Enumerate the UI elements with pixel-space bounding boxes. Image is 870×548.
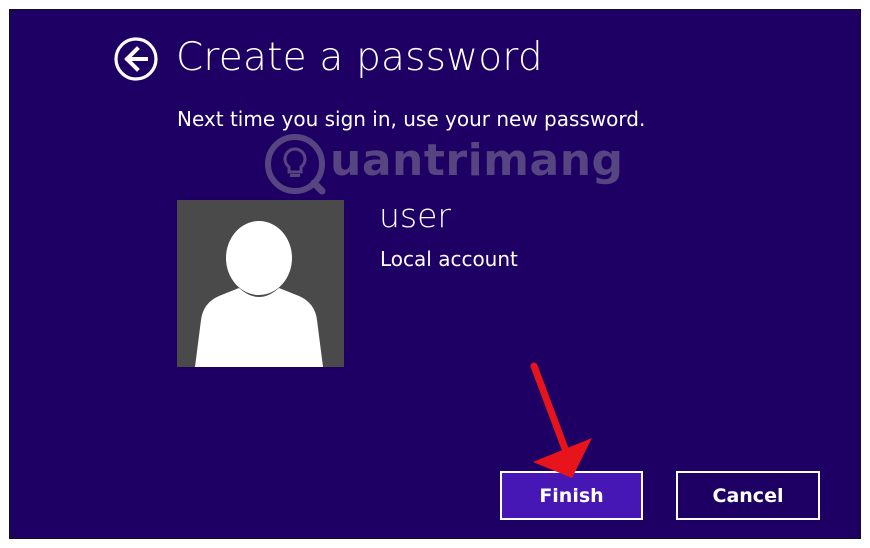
cancel-button[interactable]: Cancel (676, 471, 820, 520)
account-type: Local account (380, 247, 518, 271)
instruction-text: Next time you sign in, use your new pass… (177, 107, 646, 131)
create-password-dialog: Create a password Next time you sign in,… (9, 9, 861, 539)
account-name: user (379, 196, 451, 235)
watermark-text: uantrimang (330, 135, 624, 186)
lightbulb-logo-icon (265, 134, 326, 195)
avatar (177, 200, 344, 367)
back-arrow-circle-icon (114, 37, 158, 81)
finish-button[interactable]: Finish (500, 471, 643, 520)
back-button[interactable] (113, 36, 159, 82)
user-silhouette-icon (195, 221, 323, 367)
red-arrow-icon (530, 362, 592, 478)
page-title: Create a password (176, 35, 543, 80)
